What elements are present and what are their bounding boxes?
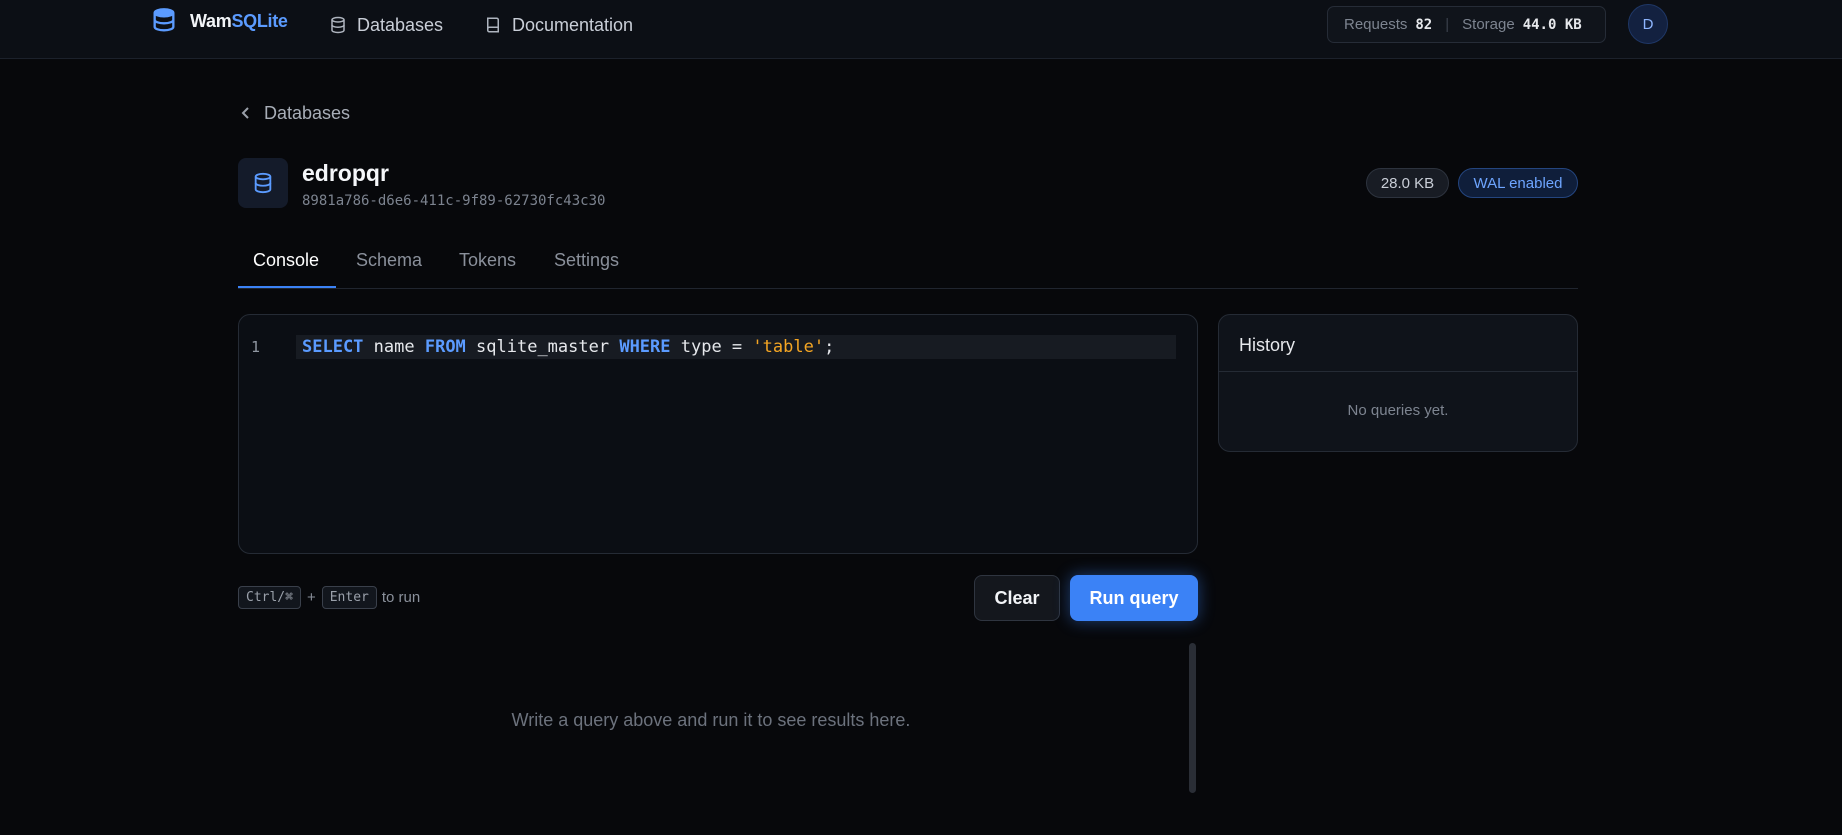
tab-console[interactable]: Console xyxy=(253,250,319,271)
user-avatar[interactable]: D xyxy=(1628,4,1668,44)
tab-tokens[interactable]: Tokens xyxy=(459,250,516,271)
usage-stats: Requests 82 | Storage 44.0 KB xyxy=(1327,6,1606,43)
sql-keyword: SELECT xyxy=(302,337,364,357)
results-empty-message: Write a query above and run it to see re… xyxy=(511,710,911,730)
shortcut-suffix: to run xyxy=(381,589,421,606)
history-title: History xyxy=(1239,335,1296,355)
line-number: 1 xyxy=(251,338,261,356)
tab-schema[interactable]: Schema xyxy=(356,250,422,271)
requests-value: 82 xyxy=(1415,16,1433,33)
sql-text: sqlite_master xyxy=(465,337,620,357)
sql-text: name xyxy=(363,337,425,357)
sql-text: type = xyxy=(670,337,753,357)
book-icon xyxy=(487,17,499,33)
clear-button[interactable]: Clear xyxy=(974,575,1060,621)
sql-editor[interactable]: 1 SELECT name FROM sqlite_master WHERE t… xyxy=(238,314,1198,554)
requests-label: Requests xyxy=(1344,16,1408,33)
database-tabs: Console Schema Tokens Settings xyxy=(238,240,1578,289)
results-scrollbar[interactable] xyxy=(1189,643,1196,793)
code-line[interactable]: SELECT name FROM sqlite_master WHERE typ… xyxy=(296,335,1176,359)
database-icon xyxy=(331,16,345,34)
keyboard-shortcut-hint: Ctrl/⌘ + Enter to run xyxy=(238,586,420,609)
top-navigation-bar: WamSQLite Databases Documentation Reques… xyxy=(0,0,1842,59)
kbd-enter: Enter xyxy=(321,586,377,609)
storage-value: 44.0 KB xyxy=(1522,16,1582,33)
history-empty-message: No queries yet. xyxy=(1347,402,1449,419)
history-panel: History No queries yet. xyxy=(1218,314,1578,452)
database-id: 8981a786-d6e6-411c-9f89-62730fc43c30 xyxy=(302,193,606,209)
shortcut-plus: + xyxy=(306,589,316,606)
size-badge: 28.0 KB xyxy=(1366,168,1449,198)
kbd-ctrl-cmd: Ctrl/⌘ xyxy=(238,586,301,609)
storage-label: Storage xyxy=(1462,16,1515,33)
brand-name: WamSQLite xyxy=(190,10,288,31)
breadcrumb-label: Databases xyxy=(264,102,351,123)
breadcrumb-back-databases[interactable]: Databases xyxy=(240,101,350,125)
database-icon-box xyxy=(238,158,288,208)
sql-keyword: FROM xyxy=(424,337,466,357)
history-divider xyxy=(1219,371,1577,372)
database-name: edropqr xyxy=(302,160,389,186)
nav-link-databases[interactable]: Databases xyxy=(329,12,443,38)
database-icon xyxy=(254,172,272,194)
run-query-button[interactable]: Run query xyxy=(1070,575,1198,621)
sql-keyword: WHERE xyxy=(619,337,671,357)
brand-logo[interactable]: WamSQLite xyxy=(150,7,288,35)
sql-text: ; xyxy=(824,337,835,357)
wal-status-badge: WAL enabled xyxy=(1458,168,1578,198)
nav-link-label: Documentation xyxy=(512,14,634,35)
active-tab-indicator xyxy=(238,286,336,288)
nav-link-label: Databases xyxy=(357,14,444,35)
stats-separator: | xyxy=(1445,16,1450,33)
database-icon xyxy=(153,8,175,32)
sql-string: 'table' xyxy=(752,337,825,357)
tab-settings[interactable]: Settings xyxy=(554,250,619,271)
chevron-left-icon xyxy=(241,107,249,119)
nav-link-documentation[interactable]: Documentation xyxy=(484,12,633,38)
